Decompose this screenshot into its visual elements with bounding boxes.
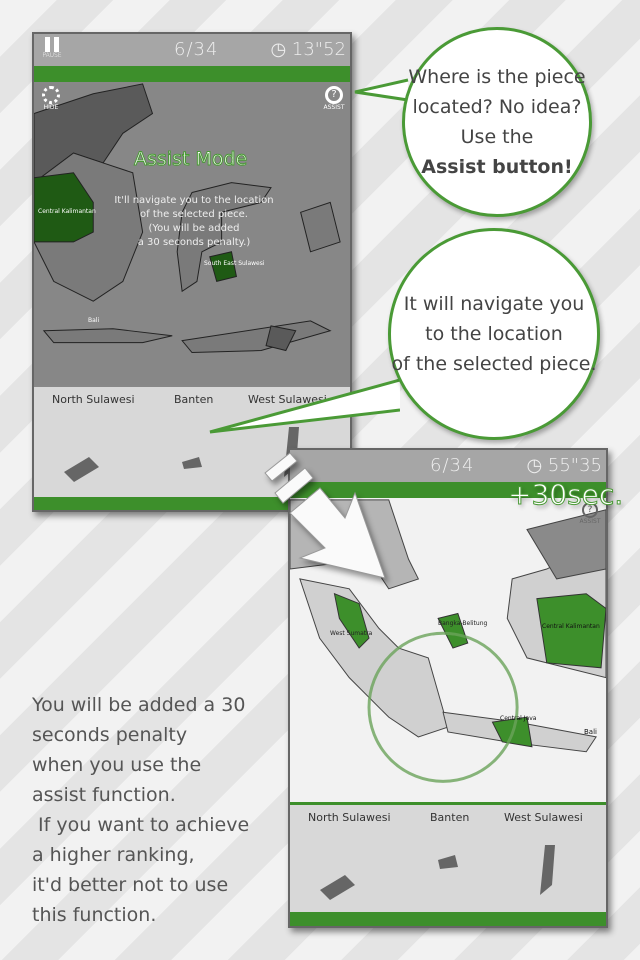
arrow-icon <box>264 452 386 579</box>
bubble-line: to the location <box>425 323 563 345</box>
bubble-tail <box>209 378 400 434</box>
bubble-line: of the selected piece. <box>391 353 597 375</box>
assist-label: ASSIST <box>579 518 601 525</box>
map-label: Central Java <box>500 715 537 722</box>
bottom-bar <box>290 912 606 926</box>
map-label: Central Kalimantan <box>38 208 96 215</box>
description-text: You will be added a 30 seconds penalty w… <box>32 694 250 926</box>
desc-line: (You will be added <box>148 223 240 234</box>
map-label: Bangka-Belitung <box>438 620 488 627</box>
piece-counter: 6/34 <box>174 39 219 60</box>
desc-line: of the selected piece. <box>140 209 248 220</box>
timer-value: 13"52 <box>291 39 346 60</box>
map-label: Bali <box>88 317 100 324</box>
penalty-label: +30sec. <box>507 478 624 512</box>
speech-bubble-assist: Where is the piece located? No idea? Use… <box>402 27 592 217</box>
bubble-line: It will navigate you <box>403 293 585 315</box>
bubble-line: located? No idea? <box>412 96 582 118</box>
bubble-bold: Assist button! <box>421 156 573 178</box>
assist-icon: ? <box>325 86 343 104</box>
map-label: Bali <box>584 728 597 736</box>
hide-label: HIDE <box>43 104 59 111</box>
piece-west-sulawesi[interactable]: West Sulawesi <box>504 811 583 824</box>
timer-value: 55"35 <box>547 455 602 476</box>
header: PAUSE 6/34 ◷ 13"52 <box>34 34 350 66</box>
timer: ◷ 13"52 <box>270 39 346 60</box>
assist-description: It'll navigate you to the location of th… <box>94 194 294 250</box>
piece-north-sulawesi[interactable]: North Sulawesi <box>308 811 391 824</box>
hide-button[interactable]: HIDE <box>40 86 62 111</box>
bubble-line: Use the <box>460 126 534 148</box>
pause-icon <box>45 37 59 52</box>
assist-button[interactable]: ? ASSIST <box>320 86 348 111</box>
speech-bubble-navigate: It will navigate you to the location of … <box>388 228 600 440</box>
map-label: South East Sulawesi <box>204 260 265 267</box>
assist-label: ASSIST <box>323 104 345 111</box>
pause-label: PAUSE <box>42 52 62 59</box>
central-kalimantan-region <box>536 593 606 669</box>
timer: ◷ 55"35 <box>526 455 602 476</box>
bubble-line: Where is the piece <box>408 66 586 88</box>
desc-line: a 30 seconds penalty.) <box>137 237 251 248</box>
assist-mode-title: Assist Mode <box>133 148 248 171</box>
pause-button[interactable]: PAUSE <box>40 37 64 59</box>
piece-shapes <box>320 845 555 900</box>
desc-line: It'll navigate you to the location <box>114 195 274 206</box>
hide-icon <box>42 86 60 104</box>
progress-bar <box>34 66 350 82</box>
piece-banten[interactable]: Banten <box>430 811 469 824</box>
clock-icon: ◷ <box>526 455 548 476</box>
piece-tray: North Sulawesi Banten West Sulawesi <box>290 802 606 912</box>
clock-icon: ◷ <box>270 39 292 60</box>
piece-north-sulawesi[interactable]: North Sulawesi <box>52 393 135 406</box>
piece-counter: 6/34 <box>430 455 475 476</box>
map-label: West Sumatra <box>330 630 373 637</box>
map-label: Central Kalimantan <box>542 623 600 630</box>
bubble-tail <box>354 78 409 102</box>
screen-assist-mode: PAUSE 6/34 ◷ 13"52 Central Kalimantan So… <box>32 32 352 512</box>
